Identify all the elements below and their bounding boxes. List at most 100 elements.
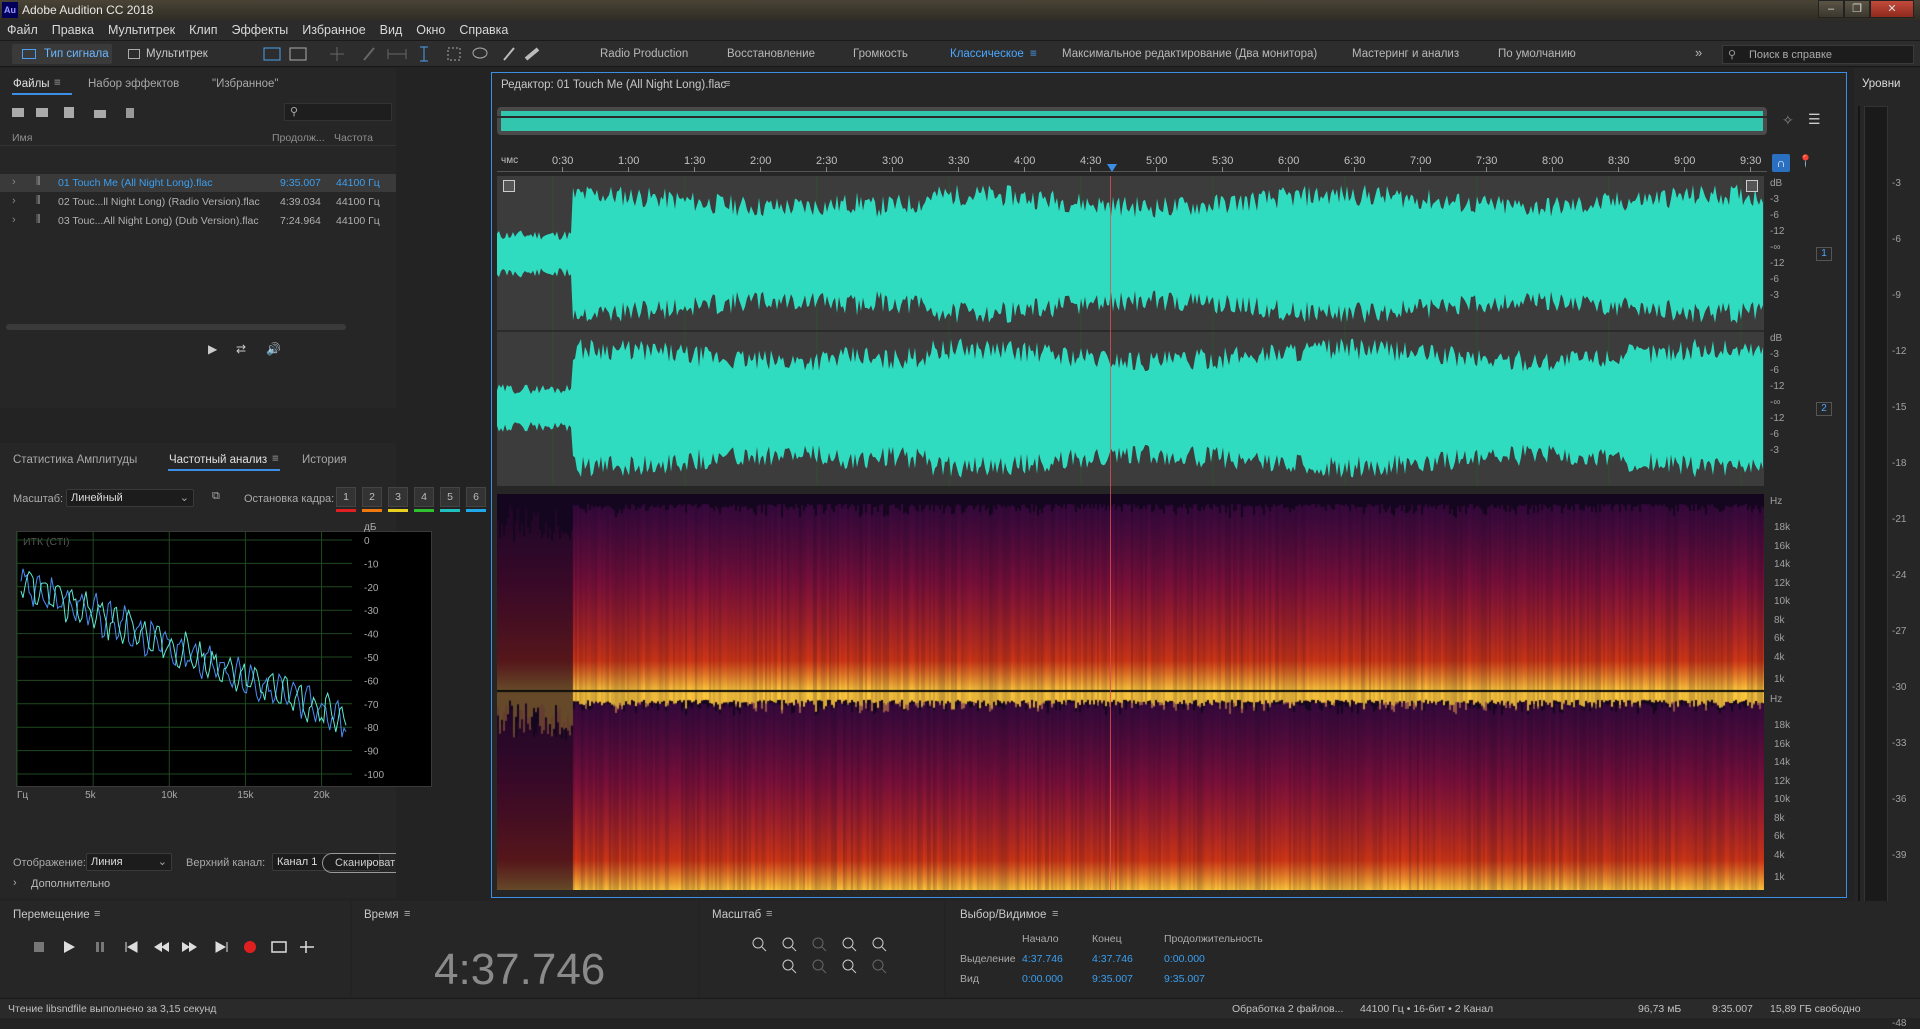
waveform-display[interactable]: [497, 176, 1764, 486]
hz-tick-label: 4k: [1774, 849, 1785, 861]
marquee-tool-icon: [447, 47, 461, 61]
chevron-right-icon[interactable]: ›: [13, 877, 17, 889]
scan-button[interactable]: Сканировать: [322, 853, 396, 873]
menu-edit[interactable]: Правка: [45, 20, 101, 37]
waveform-channel: [497, 184, 1763, 324]
maximize-button[interactable]: ❐: [1844, 0, 1870, 18]
chevron-right-icon[interactable]: ›: [12, 195, 16, 207]
freeze-button-5[interactable]: 5: [440, 487, 460, 507]
panel-menu-icon[interactable]: ≡: [766, 908, 772, 920]
menu-help[interactable]: Справка: [452, 20, 515, 37]
top-channel-label: Верхний канал:: [186, 857, 266, 869]
files-horizontal-scrollbar[interactable]: [6, 324, 346, 330]
waveform-view-button[interactable]: Тип сигнала: [12, 44, 112, 64]
ruler-tick: [562, 167, 563, 172]
selection-end[interactable]: 4:37.746: [1092, 953, 1133, 965]
menu-favorites[interactable]: Избранное: [295, 20, 372, 37]
panel-menu-icon[interactable]: ≡: [724, 78, 730, 90]
snap-icon[interactable]: ∩: [1772, 154, 1790, 172]
panel-menu-icon[interactable]: ≡: [1052, 908, 1058, 920]
fade-out-handle-icon[interactable]: [1746, 180, 1758, 192]
time-ruler[interactable]: чмс 0:30 1:00 1:30 2:00 2:30 3:00 3:30 4:00 4:30…: [497, 152, 1767, 172]
col-duration[interactable]: Продолж...: [272, 132, 325, 144]
channel-1-label[interactable]: 1: [1816, 247, 1832, 261]
chevron-right-icon[interactable]: ›: [12, 214, 16, 226]
ruler-tick: [1090, 167, 1091, 172]
chevron-right-icon[interactable]: ›: [12, 176, 16, 188]
marker-icon[interactable]: 📍: [1798, 154, 1813, 168]
more-workspaces-icon[interactable]: »: [1695, 45, 1702, 60]
panel-menu-icon[interactable]: ≡: [404, 908, 410, 920]
spectral-display[interactable]: [497, 494, 1764, 890]
hz-tick-label: 18k: [1774, 522, 1791, 533]
workspace-max-edit[interactable]: Максимальное редактирование (Два монитор…: [1062, 48, 1317, 60]
hz-tick-label: Hz: [1770, 496, 1783, 507]
freeze-button-6[interactable]: 6: [466, 487, 486, 507]
col-name[interactable]: Имя: [12, 132, 32, 144]
zoom-overview-icon[interactable]: ✧: [1782, 112, 1794, 129]
view-duration[interactable]: 9:35.007: [1164, 973, 1205, 985]
play-preview-icon[interactable]: ▶: [208, 342, 217, 356]
help-search-field[interactable]: ⚲ Поиск в справке: [1722, 45, 1914, 64]
editor-title: Редактор: 01 Touch Me (All Night Long).f…: [501, 79, 727, 91]
workspace-loudness[interactable]: Громкость: [853, 48, 908, 60]
panel-menu-icon[interactable]: ≡: [94, 908, 100, 920]
ruler-tick: [1024, 167, 1025, 172]
file-row[interactable]: › ⫼ 01 Touch Me (All Night Long).flac 9:35.…: [0, 174, 396, 192]
col-rate[interactable]: Частота: [334, 132, 373, 144]
file-row[interactable]: › ⫼ 02 Touc...ll Night Long) (Radio Versio…: [0, 193, 396, 211]
more-options-label[interactable]: Дополнительно: [31, 878, 110, 890]
hz-tick-label: Hz: [1770, 694, 1783, 705]
panel-menu-icon[interactable]: ≡: [54, 77, 61, 89]
level-tick-label: -15: [1892, 402, 1907, 413]
fast-forward-icon: [182, 942, 197, 952]
auto-play-icon[interactable]: 🔊: [266, 342, 281, 356]
close-button[interactable]: ✕: [1870, 0, 1914, 18]
selection-start[interactable]: 4:37.746: [1022, 953, 1063, 965]
workspace-classic[interactable]: Классическое: [950, 48, 1024, 60]
playhead-line[interactable]: [1110, 176, 1111, 890]
workspace-restoration[interactable]: Восстановление: [727, 48, 815, 60]
ruler-options-icon[interactable]: ☰: [1808, 111, 1821, 128]
tab-favorites[interactable]: "Избранное": [212, 78, 278, 90]
hz-tick-label: 10k: [1774, 794, 1791, 805]
files-search-field[interactable]: ⚲: [284, 103, 392, 121]
ruler-tick-label: 5:30: [1212, 155, 1234, 167]
workspace-menu-icon[interactable]: ≡: [1030, 48, 1037, 60]
display-dropdown[interactable]: Линия ⌄: [86, 853, 172, 871]
loop-preview-icon[interactable]: ⇄: [236, 342, 246, 356]
status-processing: Обработка 2 файлов...: [1232, 1003, 1344, 1015]
selection-duration[interactable]: 0:00.000: [1164, 953, 1205, 965]
menu-file[interactable]: Файл: [0, 20, 45, 37]
file-row[interactable]: › ⫼ 03 Touc...All Night Long) (Dub Version…: [0, 212, 396, 230]
minimize-button[interactable]: –: [1818, 0, 1844, 18]
view-start[interactable]: 0:00.000: [1022, 973, 1063, 985]
menu-effects[interactable]: Эффекты: [224, 20, 295, 37]
workspace-default[interactable]: По умолчанию: [1498, 48, 1576, 60]
pause-icon: [96, 942, 99, 952]
db-scale: dB -3 -6 -12 -∞ -12 -6 -3 dB -3 -6 -12 -∞ -12 -6 -3: [1764, 176, 1838, 486]
overview-bar[interactable]: [497, 107, 1767, 135]
levels-title: Уровни: [1862, 78, 1901, 90]
channel-2-label[interactable]: 2: [1816, 402, 1832, 416]
menu-multitrack[interactable]: Мультитрек: [101, 20, 182, 37]
multitrack-view-button[interactable]: Мультитрек: [122, 44, 222, 64]
import-file-icon: [36, 108, 48, 117]
freeze-color-4: [414, 509, 434, 512]
view-end[interactable]: 9:35.007: [1092, 973, 1133, 985]
status-free-space: 15,89 ГБ свободно: [1770, 1003, 1861, 1015]
menu-window[interactable]: Окно: [409, 20, 452, 37]
freeze-button-4[interactable]: 4: [414, 487, 434, 507]
top-channel-value: Канал 1: [277, 856, 318, 868]
workspace-radio-production[interactable]: Radio Production: [600, 48, 688, 60]
tab-files[interactable]: Файлы: [13, 78, 50, 90]
zoom-controls: [752, 937, 887, 974]
menu-view[interactable]: Вид: [373, 20, 410, 37]
db-tick-label: -6: [1770, 365, 1779, 376]
workspace-mastering[interactable]: Мастеринг и анализ: [1352, 48, 1459, 60]
tab-effects-rack[interactable]: Набор эффектов: [88, 78, 179, 90]
time-panel: Время ≡ 4:37.746: [352, 901, 698, 997]
menu-clip[interactable]: Клип: [182, 20, 224, 37]
brush-tool-icon: [503, 47, 515, 61]
fade-in-handle-icon[interactable]: [503, 180, 515, 192]
